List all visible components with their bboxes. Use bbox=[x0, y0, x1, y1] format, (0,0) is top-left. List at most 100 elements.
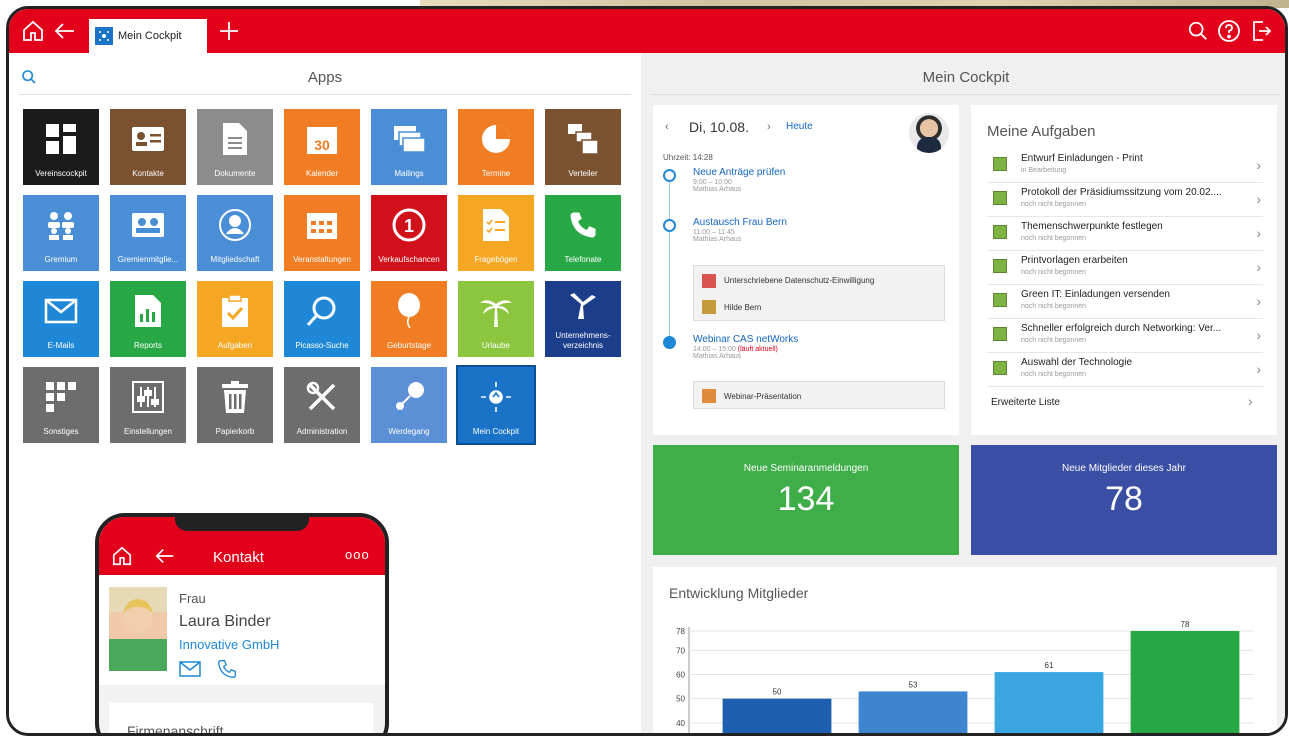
contact-salutation: Frau bbox=[179, 591, 206, 606]
app-tile[interactable]: Administration bbox=[284, 367, 360, 443]
add-tab-icon[interactable] bbox=[215, 17, 243, 45]
app-tile[interactable]: Gremienmitglie... bbox=[110, 195, 186, 271]
phone-icon[interactable] bbox=[217, 659, 237, 684]
app-tile[interactable]: Mein Cockpit bbox=[458, 367, 534, 443]
app-tile-label: Reports bbox=[133, 341, 162, 350]
app-tile[interactable]: Mailings bbox=[371, 109, 447, 185]
phone-back-icon[interactable] bbox=[153, 545, 177, 572]
app-tile[interactable]: Vereinscockpit bbox=[23, 109, 99, 185]
event-1[interactable]: Neue Anträge prüfen 9:00 – 10:00 Mathias… bbox=[693, 167, 785, 193]
app-tile[interactable]: Einstellungen bbox=[110, 367, 186, 443]
kpi-new-members[interactable]: Neue Mitglieder dieses Jahr 78 bbox=[971, 445, 1277, 555]
timeline-dot-active bbox=[663, 336, 676, 349]
logout-icon[interactable] bbox=[1247, 17, 1275, 45]
app-tile[interactable]: E-Mails bbox=[23, 281, 99, 357]
event-title: Neue Anträge prüfen bbox=[693, 167, 786, 178]
app-tile[interactable]: Papierkorb bbox=[197, 367, 273, 443]
app-tile[interactable]: Unternehmens-verzeichnis bbox=[545, 281, 621, 357]
extended-list-link[interactable]: Erweiterte Liste bbox=[991, 397, 1060, 408]
back-arrow-icon[interactable] bbox=[51, 17, 79, 45]
app-tile[interactable]: Kontakte bbox=[110, 109, 186, 185]
app-tile-label: Urlaube bbox=[481, 341, 510, 350]
kpi-value: 78 bbox=[1105, 480, 1143, 518]
chevron-right-icon: › bbox=[1256, 225, 1261, 241]
members-icon bbox=[110, 195, 186, 255]
timeline-line bbox=[669, 175, 670, 345]
task-status: noch nicht begonnen bbox=[1021, 337, 1086, 344]
top-bar: Mein Cockpit bbox=[9, 9, 1285, 53]
attachment-label[interactable]: Webinar-Präsentation bbox=[724, 392, 801, 401]
next-day-icon[interactable]: › bbox=[767, 121, 771, 133]
task-check-icon bbox=[993, 327, 1007, 341]
task-row[interactable]: Protokoll der Präsidiumssitzung vom 20.0… bbox=[987, 183, 1263, 217]
bar[interactable] bbox=[1130, 631, 1240, 736]
task-row[interactable]: Themenschwerpunkte festlegen noch nicht b… bbox=[987, 217, 1263, 251]
app-tile-label: Verteiler bbox=[568, 169, 598, 178]
app-tile[interactable]: Telefonate bbox=[545, 195, 621, 271]
app-tile[interactable]: Picasso-Suche bbox=[284, 281, 360, 357]
bar[interactable] bbox=[994, 672, 1104, 736]
chevron-right-icon: › bbox=[1256, 293, 1261, 309]
event-status: (läuft aktuell) bbox=[737, 346, 778, 353]
tablet-device: Mein Cockpit Apps Vereinscockpit Kontakte… bbox=[6, 6, 1288, 736]
tasks-title: Meine Aufgaben bbox=[987, 123, 1096, 140]
avatar[interactable] bbox=[909, 113, 949, 153]
prev-day-icon[interactable]: ‹ bbox=[665, 121, 669, 133]
chevron-right-icon: › bbox=[1256, 191, 1261, 207]
app-tile-label: Telefonate bbox=[564, 255, 602, 264]
today-link[interactable]: Heute bbox=[786, 121, 813, 132]
app-tile-label: Termine bbox=[481, 169, 511, 178]
app-tile[interactable]: Verteiler bbox=[545, 109, 621, 185]
contact-company[interactable]: Innovative GmbH bbox=[179, 637, 279, 652]
sliders-icon bbox=[110, 367, 186, 427]
attachment-label[interactable]: Hilde Bern bbox=[724, 303, 761, 312]
task-row[interactable]: Printvorlagen erarbeiten noch nicht begon… bbox=[987, 251, 1263, 285]
app-tile[interactable]: Dokumente bbox=[197, 109, 273, 185]
chevron-right-icon: › bbox=[1256, 361, 1261, 377]
task-row[interactable]: Green IT: Einladungen versenden noch nich… bbox=[987, 285, 1263, 319]
kpi-seminar-registrations[interactable]: Neue Seminaranmeldungen 134 bbox=[653, 445, 959, 555]
bar[interactable] bbox=[722, 698, 832, 736]
timeline-dot bbox=[663, 169, 676, 182]
app-tile[interactable]: Urlaube bbox=[458, 281, 534, 357]
app-tile-label: Gremium bbox=[44, 255, 78, 264]
tab-mein-cockpit[interactable]: Mein Cockpit bbox=[89, 19, 207, 53]
task-row[interactable]: Schneller erfolgreich durch Networking: … bbox=[987, 319, 1263, 353]
home-icon[interactable] bbox=[19, 17, 47, 45]
task-row[interactable]: Entwurf Einladungen - Print in Bearbeitun… bbox=[987, 149, 1263, 183]
app-tile[interactable]: Sonstiges bbox=[23, 367, 99, 443]
report-icon bbox=[110, 281, 186, 341]
y-tick-label: 50 bbox=[676, 695, 685, 704]
task-check-icon bbox=[993, 259, 1007, 273]
bar[interactable] bbox=[858, 691, 968, 736]
app-tile[interactable]: Fragebögen bbox=[458, 195, 534, 271]
attachment-label[interactable]: Unterschriebene Datenschutz-Einwilligung bbox=[724, 276, 874, 285]
mail-icon bbox=[23, 281, 99, 341]
search-icon[interactable] bbox=[1184, 17, 1212, 45]
app-tile[interactable]: 30 Kalender bbox=[284, 109, 360, 185]
app-tile[interactable]: Gremium bbox=[23, 195, 99, 271]
app-tile[interactable]: Werdegang bbox=[371, 367, 447, 443]
phone-home-icon[interactable] bbox=[111, 545, 133, 572]
app-tile[interactable]: Aufgaben bbox=[197, 281, 273, 357]
task-row[interactable]: Auswahl der Technologie noch nicht begonn… bbox=[987, 353, 1263, 387]
task-title: Printvorlagen erarbeiten bbox=[1021, 255, 1128, 266]
cockpit-panel: Mein Cockpit ‹ Di, 10.08. › Heute Uhrzei… bbox=[641, 53, 1285, 736]
app-tile[interactable]: Veranstaltungen bbox=[284, 195, 360, 271]
app-tile[interactable]: Mitgliedschaft bbox=[197, 195, 273, 271]
task-check-icon bbox=[993, 191, 1007, 205]
task-title: Green IT: Einladungen versenden bbox=[1021, 289, 1170, 300]
app-tile[interactable]: Termine bbox=[458, 109, 534, 185]
event-3[interactable]: Webinar CAS netWorks 14:00 – 15:00 (läuf… bbox=[693, 334, 798, 360]
more-icon[interactable]: ooo bbox=[345, 547, 370, 562]
help-icon[interactable] bbox=[1215, 17, 1243, 45]
app-tile-label: Werdegang bbox=[388, 427, 430, 436]
event-2[interactable]: Austausch Frau Bern 11:00 – 11:45 Mathia… bbox=[693, 217, 787, 243]
kpi-label: Neue Seminaranmeldungen bbox=[743, 463, 869, 474]
app-tile[interactable]: Reports bbox=[110, 281, 186, 357]
app-tile[interactable]: 1 Verkaufschancen bbox=[371, 195, 447, 271]
mailing-icon bbox=[371, 109, 447, 169]
app-tile[interactable]: Geburtstage bbox=[371, 281, 447, 357]
mail-icon[interactable] bbox=[179, 661, 201, 682]
svg-text:30: 30 bbox=[314, 137, 330, 153]
